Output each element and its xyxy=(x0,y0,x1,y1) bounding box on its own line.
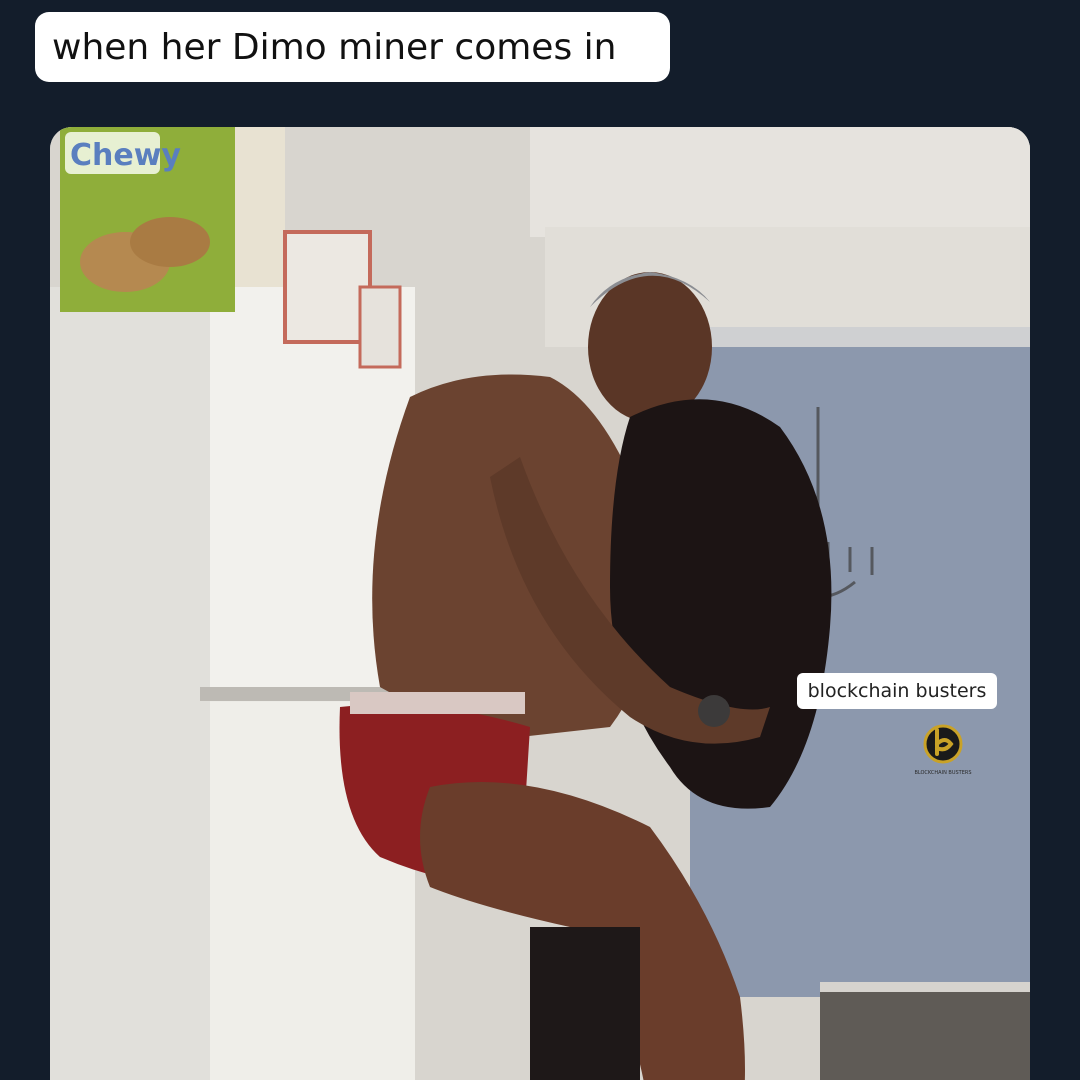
logo-small-text: BLOCKCHAIN BUSTERS xyxy=(914,770,971,776)
watermark-text: blockchain busters xyxy=(807,680,987,702)
chewy-box: Chewy xyxy=(60,127,285,312)
chewy-box-brand: Chewy xyxy=(70,138,181,173)
plastic-container-small xyxy=(358,285,402,369)
plastic-container xyxy=(283,230,372,344)
photo-illustration: Chewy xyxy=(50,127,1030,1080)
baseboard xyxy=(820,982,1030,992)
doorway-trim xyxy=(690,327,1030,347)
meme-page: when her Dimo miner comes in Chewy block… xyxy=(0,0,1080,1080)
watermark-label: blockchain busters xyxy=(797,673,997,709)
ceiling xyxy=(530,127,1030,237)
blockchain-busters-logo-icon: BLOCKCHAIN BUSTERS xyxy=(905,718,981,778)
caption-bubble: when her Dimo miner comes in xyxy=(35,12,670,82)
caption-text: when her Dimo miner comes in xyxy=(52,26,617,68)
floor xyxy=(820,987,1030,1080)
meme-photo: Chewy xyxy=(50,127,1030,1080)
refrigerator-side xyxy=(50,287,210,1080)
